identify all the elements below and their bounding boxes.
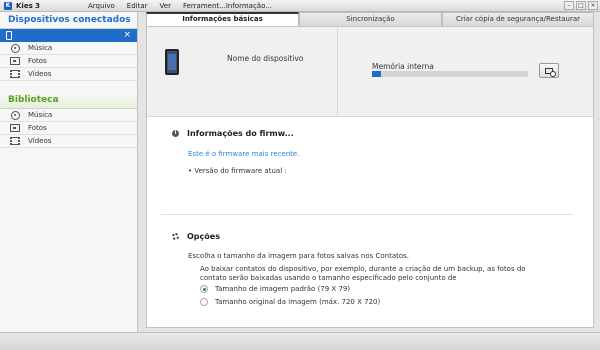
status-bar	[0, 332, 600, 350]
tab-basic-info[interactable]: Informações básicas	[146, 12, 299, 26]
sidebar-item-label: Fotos	[28, 57, 47, 65]
app-title: Kies 3	[16, 1, 41, 10]
connected-devices-header: Dispositivos conectados	[0, 12, 137, 29]
library-item-photos[interactable]: Fotos	[0, 122, 137, 135]
sidebar-item-label: Música	[28, 111, 53, 119]
radio-default-label: Tamanho de imagem padrão (79 X 79)	[215, 285, 351, 293]
photo-icon	[10, 124, 20, 133]
library-header: Biblioteca	[0, 92, 137, 109]
firmware-title: Informações do firmw...	[187, 129, 294, 138]
radio-original-button[interactable]	[200, 298, 208, 306]
menu-editar[interactable]: Editar	[121, 2, 154, 10]
menu-ver[interactable]: Ver	[154, 2, 177, 10]
sidebar-item-label: Vídeos	[28, 137, 52, 145]
library-item-videos[interactable]: Vídeos	[0, 135, 137, 148]
device-name-label: Nome do dispositivo	[227, 54, 304, 63]
memory-details-button[interactable]	[539, 63, 559, 78]
phone-icon	[6, 31, 12, 40]
sidebar-item-videos[interactable]: Vídeos	[0, 68, 137, 81]
connected-device-item[interactable]: ×	[0, 29, 137, 42]
options-description: Escolha o tamanho da imagem para fotos s…	[188, 252, 410, 260]
firmware-section-title: i Informações do firmw...	[172, 129, 294, 138]
options-detail: Ao baixar contatos do dispositivo, por e…	[200, 265, 526, 282]
radio-default-size[interactable]: Tamanho de imagem padrão (79 X 79)	[200, 285, 350, 293]
disconnect-icon[interactable]: ×	[123, 30, 131, 41]
music-icon	[10, 110, 20, 120]
firmware-status-link[interactable]: Este é o firmware mais recente.	[188, 150, 299, 158]
phone-icon	[165, 49, 179, 75]
photo-icon	[10, 57, 20, 66]
minimize-button[interactable]: –	[564, 1, 574, 10]
radio-default-button[interactable]	[200, 285, 208, 293]
sidebar-item-music[interactable]: Música	[0, 42, 137, 55]
window-controls: – □ ×	[564, 1, 598, 10]
magnifier-icon	[545, 67, 556, 77]
sidebar-item-label: Música	[28, 44, 53, 52]
memory-usage-fill	[372, 71, 382, 77]
options-title: Opções	[187, 232, 220, 241]
main-panel: Nome do dispositivo Memória interna i In…	[146, 26, 594, 328]
title-bar: K Kies 3 Arquivo Editar Ver Ferrament...…	[0, 0, 600, 12]
tab-bar: Informações básicas Sincronização Criar …	[146, 12, 594, 26]
device-summary-panel: Nome do dispositivo Memória interna	[147, 27, 593, 117]
kies-logo-icon: K	[4, 1, 12, 10]
sidebar-item-label: Vídeos	[28, 70, 52, 78]
video-icon	[10, 70, 20, 79]
options-section-title: Opções	[172, 232, 220, 241]
close-window-button[interactable]: ×	[588, 1, 598, 10]
tab-backup-restore[interactable]: Criar cópia de segurança/Restaurar	[442, 12, 594, 26]
internal-memory-label: Memória interna	[372, 62, 434, 71]
radio-original-size[interactable]: Tamanho original da imagem (máx. 720 X 7…	[200, 298, 380, 306]
panel-divider	[337, 27, 338, 117]
menu-informacao[interactable]: Informação...	[226, 2, 278, 10]
maximize-button[interactable]: □	[576, 1, 586, 10]
music-icon	[10, 43, 20, 53]
menu-ferramentas[interactable]: Ferrament...	[177, 2, 226, 10]
sidebar-item-label: Fotos	[28, 124, 47, 132]
firmware-version-label: • Versão do firmware atual :	[188, 167, 287, 175]
library-item-music[interactable]: Música	[0, 109, 137, 122]
sidebar: Dispositivos conectados × Música Fotos V…	[0, 12, 138, 332]
gear-icon	[172, 233, 179, 240]
radio-original-label: Tamanho original da imagem (máx. 720 X 7…	[215, 298, 381, 306]
memory-usage-bar	[372, 71, 528, 77]
info-icon: i	[172, 130, 179, 137]
menu-arquivo[interactable]: Arquivo	[82, 2, 121, 10]
section-divider	[161, 214, 573, 215]
sidebar-item-photos[interactable]: Fotos	[0, 55, 137, 68]
video-icon	[10, 137, 20, 146]
tab-sync[interactable]: Sincronização	[299, 12, 442, 26]
